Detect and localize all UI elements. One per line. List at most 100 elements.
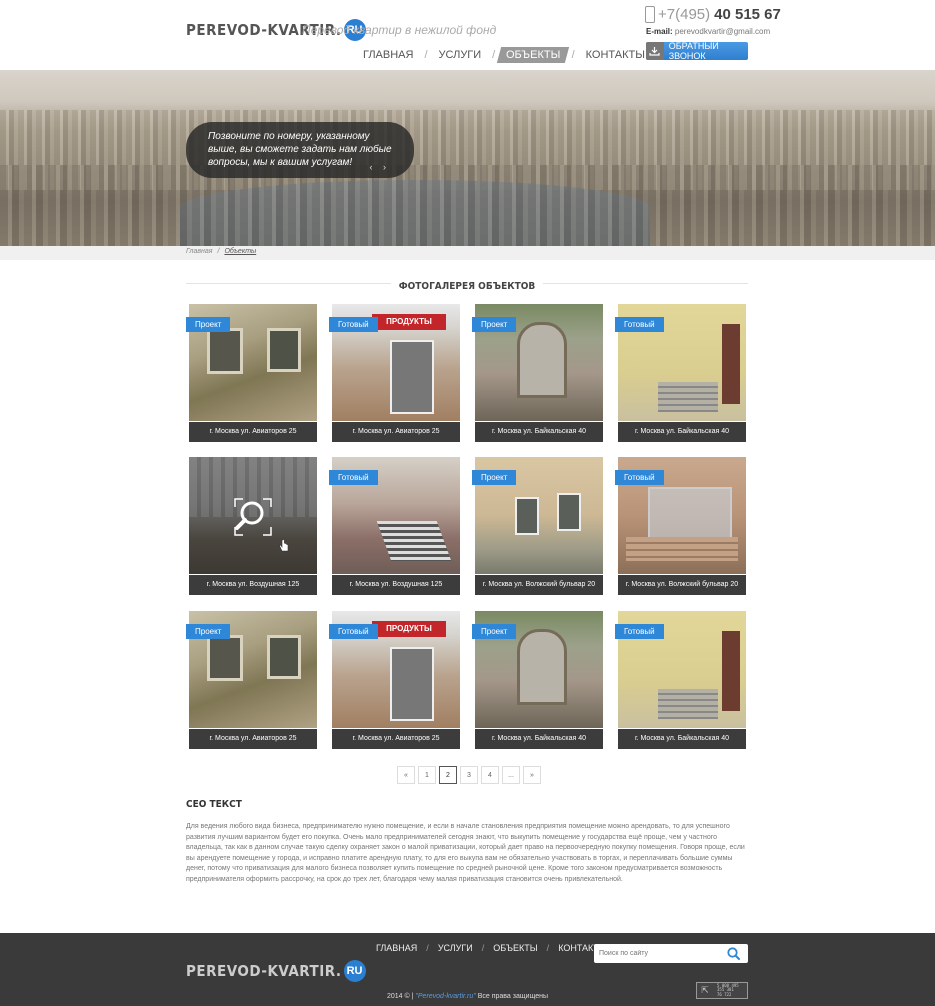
pagination: « 1 2 3 4 ... »: [397, 766, 541, 784]
download-tray-icon: [646, 42, 664, 60]
gallery-card[interactable]: Готовый г. Москва ул. Байкальская 40: [615, 611, 746, 749]
gallery-card[interactable]: Готовый г. Москва ул. Воздушная 125: [329, 457, 460, 595]
copyright: 2014 © | "Perevod-kvartir.ru" Все права …: [0, 993, 935, 1000]
copyright-suffix: Все права защищены: [477, 993, 548, 1000]
email-line: E-mail: perevodkvartir@gmail.com: [646, 27, 770, 36]
hero-message-box: Позвоните по номеру, указанному выше, вы…: [186, 122, 414, 178]
card-caption[interactable]: г. Москва ул. Байкальская 40: [475, 729, 603, 749]
callback-label: Обратный звонок: [668, 41, 719, 61]
status-badge: Проект: [472, 470, 517, 485]
gallery-card[interactable]: Проект г. Москва ул. Байкальская 40: [472, 304, 603, 442]
phone-number[interactable]: 40 515 67: [714, 6, 781, 23]
status-badge: Проект: [186, 317, 231, 332]
status-badge: Проект: [472, 624, 517, 639]
phone-code: +7(495): [658, 6, 711, 23]
breadcrumb: Главная / Объекты: [186, 248, 256, 255]
footer-nav-objects[interactable]: Объекты: [493, 943, 537, 953]
object-photo[interactable]: [189, 457, 317, 574]
hand-cursor-icon: [279, 539, 289, 552]
phone-block: +7(495) 40 515 67: [645, 6, 781, 23]
card-caption[interactable]: г. Москва ул. Авиаторов 25: [332, 422, 460, 442]
card-caption[interactable]: г. Москва ул. Волжский бульвар 20: [475, 575, 603, 595]
search-button[interactable]: [720, 944, 746, 963]
gallery-card[interactable]: Готовый г. Москва ул. Байкальская 40: [615, 304, 746, 442]
counter-arrow-icon: ⇱: [701, 985, 709, 995]
seo-title: СЕО текст: [186, 799, 242, 810]
nav-separator: /: [481, 943, 485, 953]
footer-nav-home[interactable]: Главная: [376, 943, 417, 953]
status-badge: Готовый: [615, 317, 664, 332]
copyright-prefix: 2014 © |: [386, 993, 414, 1000]
email-address[interactable]: perevodkvartir@gmail.com: [675, 27, 770, 36]
pagination-prev[interactable]: «: [397, 766, 415, 784]
gallery-card[interactable]: Проект г. Москва ул. Волжский бульвар 20: [472, 457, 603, 595]
nav-separator: /: [571, 49, 575, 61]
pagination-next[interactable]: »: [523, 766, 541, 784]
search-icon: [726, 947, 740, 960]
counter-values: 5 008 495 355 381 76 722: [713, 983, 739, 998]
footer-nav: Главная / Услуги / Объекты / Контакты: [376, 943, 607, 953]
card-caption[interactable]: г. Москва ул. Воздушная 125: [189, 575, 317, 595]
gallery-card[interactable]: Проект г. Москва ул. Байкальская 40: [472, 611, 603, 749]
status-badge: Готовый: [615, 624, 664, 639]
status-badge: Проект: [472, 317, 517, 332]
site-slogan: Перевод квартир в нежилой фонд: [302, 23, 497, 37]
footer-nav-services[interactable]: Услуги: [438, 943, 473, 953]
visit-counter[interactable]: ⇱ 5 008 495 355 381 76 722: [696, 982, 748, 999]
breadcrumb-home[interactable]: Главная: [186, 248, 212, 255]
status-badge: Готовый: [615, 470, 664, 485]
hero-slider-arrows[interactable]: ‹ ›: [370, 162, 391, 172]
nav-separator: /: [426, 943, 429, 953]
callback-button[interactable]: Обратный звонок: [646, 41, 748, 61]
email-label: E-mail:: [646, 27, 673, 36]
nav-item-services[interactable]: Услуги: [432, 47, 489, 63]
nav-separator: /: [424, 49, 428, 61]
logo-ru-badge: RU: [343, 960, 366, 982]
gallery-card[interactable]: Проект г. Москва ул. Авиаторов 25: [186, 611, 317, 749]
gallery-card[interactable]: г. Москва ул. Воздушная 125: [189, 457, 317, 595]
status-badge: Готовый: [329, 470, 378, 485]
breadcrumb-separator: /: [217, 248, 220, 255]
search-input[interactable]: [594, 950, 720, 957]
main-nav: Главная / Услуги / Объекты / Контакты: [356, 47, 652, 63]
logo-text: PEREVOD-KVARTIR.: [186, 962, 342, 980]
gallery-card[interactable]: Готовый г. Москва ул. Волжский бульвар 2…: [615, 457, 746, 595]
mobile-phone-icon: [645, 6, 655, 23]
seo-text: Для ведения любого вида бизнеса, предпри…: [186, 823, 745, 883]
card-caption[interactable]: г. Москва ул. Байкальская 40: [475, 422, 603, 442]
pagination-page-1[interactable]: 1: [418, 766, 436, 784]
footer-logo[interactable]: PEREVOD-KVARTIR. RU: [186, 960, 366, 982]
card-caption[interactable]: г. Москва ул. Авиаторов 25: [189, 422, 317, 442]
zoom-icon: [234, 498, 272, 536]
card-caption[interactable]: г. Москва ул. Байкальская 40: [618, 422, 746, 442]
hero-banner: Позвоните по номеру, указанному выше, вы…: [0, 70, 935, 246]
pagination-ellipsis[interactable]: ...: [502, 766, 520, 784]
card-caption[interactable]: г. Москва ул. Байкальская 40: [618, 729, 746, 749]
footer-search: [594, 944, 748, 963]
counter-value: 76 722: [717, 991, 732, 997]
pagination-page-3[interactable]: 3: [460, 766, 478, 784]
pagination-page-2[interactable]: 2: [439, 766, 457, 784]
nav-separator: /: [546, 943, 550, 953]
nav-item-contacts[interactable]: Контакты: [579, 47, 652, 63]
card-caption[interactable]: г. Москва ул. Волжский бульвар 20: [618, 575, 746, 595]
breadcrumb-current[interactable]: Объекты: [224, 248, 256, 255]
pagination-page-4[interactable]: 4: [481, 766, 499, 784]
status-badge: Проект: [186, 624, 231, 639]
site-header: PEREVOD-KVARTIR. RU Перевод квартир в не…: [0, 0, 935, 70]
card-caption[interactable]: г. Москва ул. Авиаторов 25: [189, 729, 317, 749]
gallery-title-text: Фотогалерея объектов: [390, 281, 544, 292]
status-badge: Готовый: [329, 624, 378, 639]
hero-cityscape-foreground: [0, 165, 935, 246]
gallery-card[interactable]: Готовый г. Москва ул. Авиаторов 25: [329, 304, 460, 442]
nav-item-home[interactable]: Главная: [356, 47, 420, 63]
gallery-card[interactable]: Готовый г. Москва ул. Авиаторов 25: [329, 611, 460, 749]
nav-item-objects[interactable]: Объекты: [497, 47, 570, 63]
status-badge: Готовый: [329, 317, 378, 332]
copyright-site-link[interactable]: "Perevod-kvartir.ru": [415, 993, 475, 1000]
card-caption[interactable]: г. Москва ул. Авиаторов 25: [332, 729, 460, 749]
gallery-card[interactable]: Проект г. Москва ул. Авиаторов 25: [186, 304, 317, 442]
card-caption[interactable]: г. Москва ул. Воздушная 125: [332, 575, 460, 595]
breadcrumb-bar: [0, 246, 935, 260]
gallery-title: Фотогалерея объектов: [186, 276, 748, 292]
